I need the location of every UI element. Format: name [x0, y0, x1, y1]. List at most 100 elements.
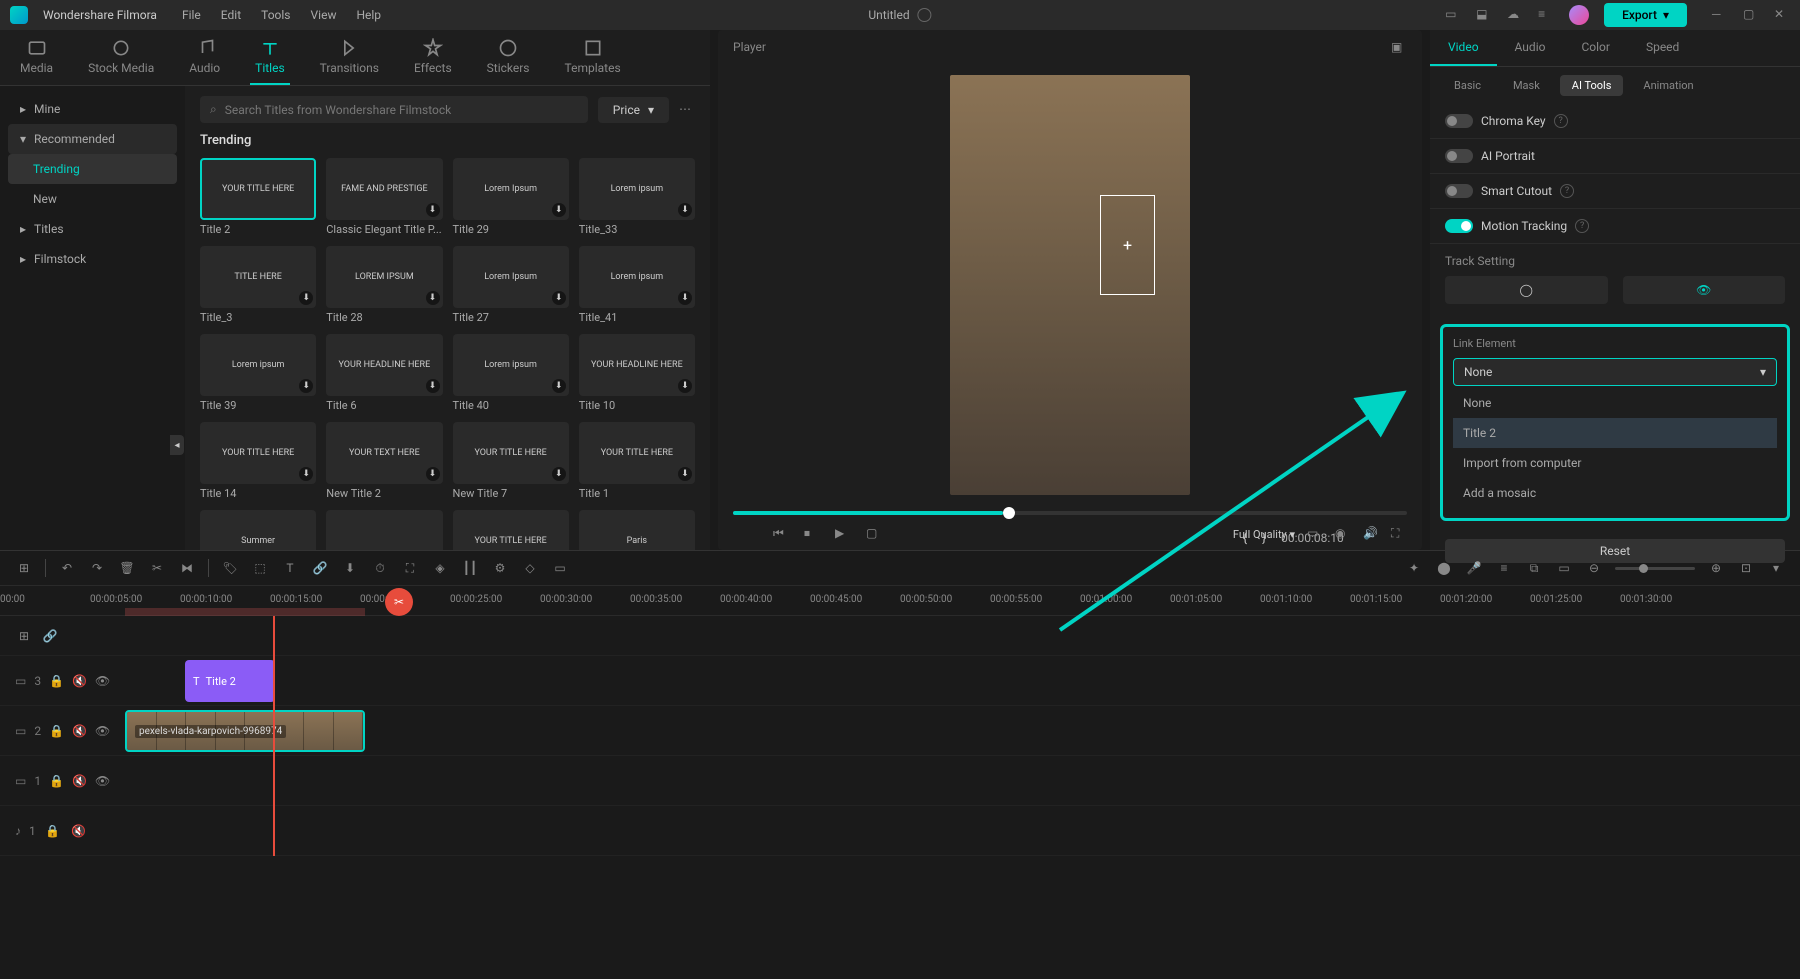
hide-icon[interactable]: 👁	[95, 672, 110, 690]
download-icon[interactable]: ⬇	[299, 379, 313, 393]
close-icon[interactable]: ✕	[1774, 7, 1790, 23]
fit-icon[interactable]: ⊡	[1737, 559, 1755, 577]
download-icon[interactable]: ⬇	[552, 291, 566, 305]
track-add-icon[interactable]: ⊞	[15, 627, 33, 645]
zoom-in-icon[interactable]: ⊕	[1707, 559, 1725, 577]
zoom-out-icon[interactable]: ⊖	[1585, 559, 1603, 577]
lock-icon[interactable]: 🔒	[49, 772, 64, 790]
expand-icon[interactable]: ⛶	[401, 559, 419, 577]
menu-edit[interactable]: Edit	[221, 8, 241, 22]
video-clip[interactable]: pexels-vlada-karpovich-9968974	[125, 710, 365, 752]
download-icon[interactable]: ⬇	[299, 291, 313, 305]
gallery-card[interactable]: Paris⬇	[579, 510, 695, 550]
mute-icon[interactable]: 🔇	[72, 772, 87, 790]
link-opt-none[interactable]: None	[1453, 388, 1777, 418]
gallery-card[interactable]: Lorem Ipsum⬇Title 29	[453, 158, 569, 236]
download-icon[interactable]: ⬇	[552, 203, 566, 217]
mute-icon[interactable]: 🔇	[72, 672, 87, 690]
tab-stickers[interactable]: Stickers	[482, 38, 535, 85]
more-icon[interactable]: ⋯	[679, 102, 695, 118]
download-icon[interactable]: ⬇	[678, 467, 692, 481]
record-icon[interactable]: ⬇	[341, 559, 359, 577]
link-opt-mosaic[interactable]: Add a mosaic	[1453, 478, 1777, 508]
seek-handle[interactable]	[1003, 507, 1015, 519]
trim-icon[interactable]: ┃┃	[461, 559, 479, 577]
mute-icon[interactable]: 🔇	[72, 722, 87, 740]
lock-icon[interactable]: 🔒	[49, 672, 64, 690]
speed-icon[interactable]: ⏱	[371, 559, 389, 577]
sidebar-titles[interactable]: ▸Titles	[8, 214, 177, 244]
auto-icon[interactable]: ✦	[1405, 559, 1423, 577]
delete-icon[interactable]: 🗑	[118, 559, 136, 577]
undo-icon[interactable]: ↶	[58, 559, 76, 577]
preview-viewport[interactable]	[718, 66, 1422, 503]
tab-transitions[interactable]: Transitions	[315, 38, 384, 85]
help-icon[interactable]: ?	[1575, 219, 1589, 233]
rtab-speed[interactable]: Speed	[1628, 30, 1697, 66]
marker-icon[interactable]: ⬤	[1435, 559, 1453, 577]
text-icon[interactable]: T	[281, 559, 299, 577]
collapse-sidebar-button[interactable]: ◂	[170, 435, 184, 455]
motion-toggle[interactable]	[1445, 219, 1473, 233]
gallery-card[interactable]: Lorem Ipsum⬇Title 27	[453, 246, 569, 324]
sort-dropdown[interactable]: Price▾	[598, 97, 669, 123]
gallery-card[interactable]: Summer⬇	[200, 510, 316, 550]
link-dropdown[interactable]: None▾	[1453, 358, 1777, 386]
play-icon[interactable]: ▶	[835, 526, 851, 542]
volume-icon[interactable]: 🔊	[1363, 526, 1379, 542]
cut-icon[interactable]: ✂	[148, 559, 166, 577]
mixer-icon[interactable]: ≡	[1495, 559, 1513, 577]
hide-icon[interactable]: 👁	[95, 722, 110, 740]
quality-dropdown[interactable]: Full Quality ▾	[1233, 528, 1295, 541]
tab-media[interactable]: Media	[15, 38, 58, 85]
maximize-icon[interactable]: ▢	[1743, 7, 1759, 23]
cutout-toggle[interactable]	[1445, 184, 1473, 198]
crop-icon[interactable]: ⬚	[251, 559, 269, 577]
tab-titles[interactable]: Titles	[250, 38, 289, 85]
export-button[interactable]: Export▾	[1604, 3, 1687, 27]
color-icon[interactable]: ◈	[431, 559, 449, 577]
rsubtab-animation[interactable]: Animation	[1631, 75, 1705, 96]
gallery-card[interactable]: YOUR TITLE HERE⬇Title 1	[579, 422, 695, 500]
mic-icon[interactable]: 🎤	[1465, 559, 1483, 577]
sidebar-trending[interactable]: Trending	[8, 154, 177, 184]
lock-icon[interactable]: 🔒	[49, 722, 64, 740]
tab-stock-media[interactable]: Stock Media	[83, 38, 159, 85]
seek-bar[interactable]	[733, 511, 1407, 515]
gallery-card[interactable]: Lorem ipsum⬇Title 40	[453, 334, 569, 412]
gallery-card[interactable]: YOUR TITLE HERE⬇New Title 7	[453, 422, 569, 500]
snapshot-icon[interactable]: ◉	[1335, 526, 1351, 542]
help-icon[interactable]: ?	[1560, 184, 1574, 198]
sidebar-mine[interactable]: ▸Mine	[8, 94, 177, 124]
help-icon[interactable]: ?	[1554, 114, 1568, 128]
gallery-card[interactable]: Lorem ipsum⬇Title 39	[200, 334, 316, 412]
split-icon[interactable]: ⧓	[178, 559, 196, 577]
portrait-toggle[interactable]	[1445, 149, 1473, 163]
download-icon[interactable]: ⬇	[678, 379, 692, 393]
gallery-card[interactable]: YOUR TEXT HERE⬇New Title 2	[326, 422, 442, 500]
track-opt-circle[interactable]: ◯	[1445, 276, 1608, 304]
link-opt-import[interactable]: Import from computer	[1453, 448, 1777, 478]
tag-icon[interactable]: 🏷	[221, 559, 239, 577]
hide-icon[interactable]: 👁	[95, 772, 110, 790]
menu-icon[interactable]: ≡	[1538, 7, 1554, 23]
redo-icon[interactable]: ↷	[88, 559, 106, 577]
menu-view[interactable]: View	[311, 8, 337, 22]
gallery-card[interactable]: ⬇	[326, 510, 442, 550]
layout-icon[interactable]: ▭	[1445, 7, 1461, 23]
download-icon[interactable]: ⬇	[678, 291, 692, 305]
user-avatar[interactable]	[1569, 5, 1589, 25]
tab-effects[interactable]: Effects	[409, 38, 457, 85]
rtab-color[interactable]: Color	[1563, 30, 1627, 66]
fullscreen-icon[interactable]: ⛶	[1391, 526, 1407, 542]
sidebar-new[interactable]: New	[8, 184, 177, 214]
gallery-card[interactable]: Lorem ipsum⬇Title_41	[579, 246, 695, 324]
gallery-card[interactable]: Lorem ipsum⬇Title_33	[579, 158, 695, 236]
playhead-handle[interactable]: ✂	[385, 588, 413, 616]
gallery-card[interactable]: YOUR TITLE HERE⬇	[453, 510, 569, 550]
download-icon[interactable]: ⬇	[678, 203, 692, 217]
rtab-audio[interactable]: Audio	[1497, 30, 1564, 66]
track-link-icon[interactable]: 🔗	[41, 627, 59, 645]
download-icon[interactable]: ⬇	[426, 203, 440, 217]
adjust-icon[interactable]: ⚙	[491, 559, 509, 577]
